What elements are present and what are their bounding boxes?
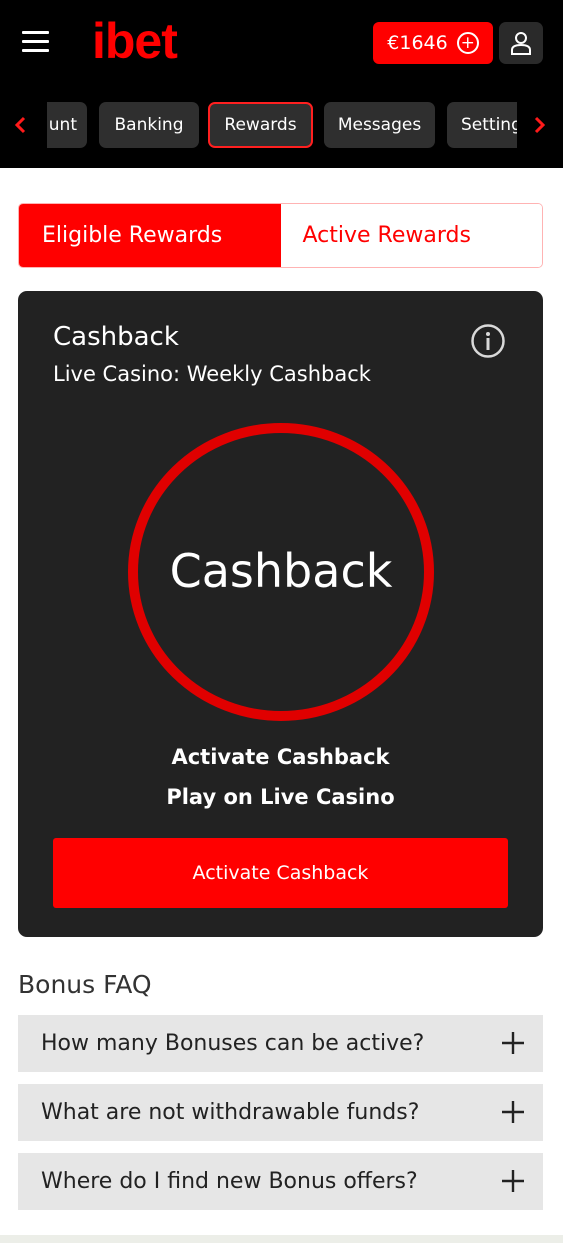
info-icon[interactable] [470, 323, 506, 359]
balance-button[interactable]: €1646 + [373, 22, 493, 64]
play-text: Play on Live Casino [166, 785, 395, 809]
tab-banking[interactable]: Banking [99, 102, 199, 148]
bottom-bar [0, 1235, 563, 1243]
cashback-card: Cashback Live Casino: Weekly Cashback Ca… [18, 291, 543, 937]
cashback-ring: Cashback [127, 422, 435, 722]
tabs-scroll[interactable]: unt Banking Rewards Messages Settings [47, 100, 517, 150]
ring-label: Cashback [169, 544, 393, 598]
plus-circle-icon: + [456, 32, 479, 54]
faq-item[interactable]: What are not withdrawable funds? [18, 1084, 543, 1141]
chevron-right-icon[interactable] [530, 112, 550, 138]
tab-rewards[interactable]: Rewards [208, 102, 313, 148]
faq-question: How many Bonuses can be active? [41, 1031, 425, 1056]
plus-icon [502, 1101, 524, 1123]
balance-amount: €1646 [387, 32, 448, 54]
faq-question: What are not withdrawable funds? [41, 1100, 420, 1125]
active-rewards-tab[interactable]: Active Rewards [280, 204, 542, 267]
faq-item[interactable]: Where do I find new Bonus offers? [18, 1153, 543, 1210]
faq-title: Bonus FAQ [18, 970, 152, 999]
eligible-rewards-tab[interactable]: Eligible Rewards [19, 204, 281, 267]
chevron-left-icon[interactable] [10, 112, 30, 138]
account-tabs: unt Banking Rewards Messages Settings [0, 100, 563, 150]
user-button[interactable] [499, 22, 543, 64]
plus-icon [502, 1170, 524, 1192]
tab-account[interactable]: unt [47, 102, 87, 148]
faq-item[interactable]: How many Bonuses can be active? [18, 1015, 543, 1072]
activate-text: Activate Cashback [171, 745, 390, 769]
plus-icon [502, 1032, 524, 1054]
rewards-segment: Eligible Rewards Active Rewards [18, 203, 543, 268]
top-bar: ibet €1646 + unt Banking Rewards Message… [0, 0, 563, 168]
card-title: Cashback [53, 322, 179, 352]
card-subtitle: Live Casino: Weekly Cashback [53, 362, 371, 386]
tab-messages[interactable]: Messages [324, 102, 435, 148]
menu-icon[interactable] [22, 31, 49, 53]
tab-settings[interactable]: Settings [447, 102, 517, 148]
activate-cashback-button[interactable]: Activate Cashback [53, 838, 508, 908]
user-icon [511, 32, 531, 55]
logo[interactable]: ibet [92, 10, 178, 72]
faq-question: Where do I find new Bonus offers? [41, 1169, 418, 1194]
